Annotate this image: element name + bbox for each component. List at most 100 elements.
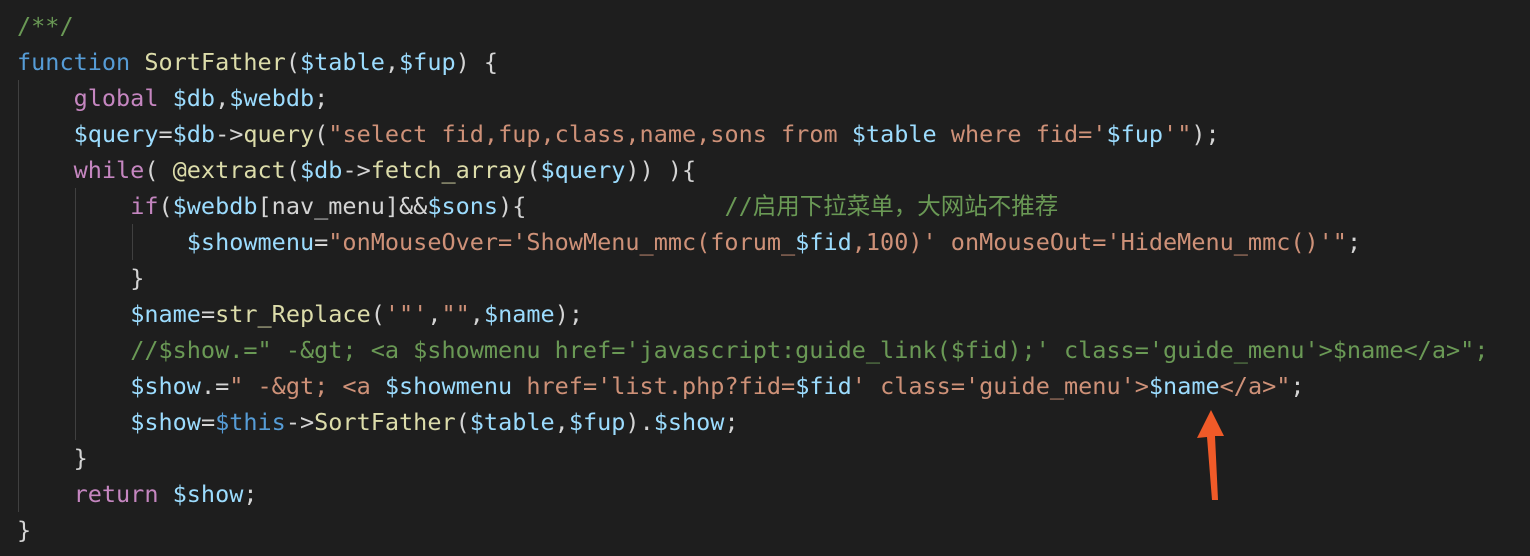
code-line[interactable]: $name=str_Replace('"',"",$name); (17, 296, 1488, 332)
code-token: $db (172, 120, 216, 148)
code-token: $fid (795, 372, 852, 400)
code-token: ; (1346, 228, 1362, 256)
code-token: str_Replace (215, 300, 371, 328)
code-token: $name (130, 300, 201, 328)
code-token: $showmenu (186, 228, 315, 256)
code-token: $query (540, 156, 626, 184)
code-token: $fup (1106, 120, 1164, 148)
code-token: = (200, 300, 216, 328)
code-token: query (243, 120, 315, 148)
code-token: $fup (399, 48, 456, 76)
code-token: $fid (795, 228, 852, 256)
code-token: global (73, 84, 159, 112)
code-token: , (554, 408, 569, 436)
code-token: SortFather (314, 408, 456, 436)
code-token: , (384, 48, 400, 76)
code-token: SortFather (144, 48, 286, 76)
code-token: $webdb (172, 192, 258, 220)
code-line[interactable]: $showmenu="onMouseOver='ShowMenu_mmc(for… (17, 224, 1488, 260)
code-token: ' class='guide_menu'> (851, 372, 1149, 400)
code-token: ( (370, 300, 385, 328)
code-line[interactable]: function SortFather($table,$fup) { (17, 44, 1488, 80)
code-token: = (200, 408, 216, 436)
code-line[interactable]: } (17, 260, 1488, 296)
code-line[interactable]: $show=$this->SortFather($table,$fup).$sh… (17, 404, 1488, 440)
code-token: $table (299, 48, 385, 76)
code-token: '" (1163, 120, 1192, 148)
code-token: ( (144, 156, 173, 184)
code-token: if (130, 192, 159, 220)
code-token: = (158, 120, 173, 148)
code-token: } (17, 516, 32, 544)
code-token: ); (1191, 120, 1220, 148)
code-token: $show (130, 408, 201, 436)
code-token: return (73, 480, 159, 508)
code-line[interactable]: /**/ (17, 8, 1488, 44)
code-token: [nav_menu]&& (257, 192, 428, 220)
code-token: , (427, 300, 442, 328)
code-token: $fup (568, 408, 626, 436)
code-token: ( (285, 48, 300, 76)
code-token: ). (625, 408, 654, 436)
code-token: ; (243, 480, 258, 508)
code-line[interactable]: if($webdb[nav_menu]&&$sons){ //启用下拉菜单，大网… (17, 188, 1488, 224)
code-token: ( (455, 408, 470, 436)
code-token: /**/ (17, 12, 74, 40)
code-editor[interactable]: /**/ function SortFather($table,$fup) { g… (0, 0, 1530, 556)
code-line[interactable]: return $show; (17, 476, 1488, 512)
code-token: " -&gt; <a (229, 372, 385, 400)
code-token: } (130, 264, 145, 292)
code-line[interactable]: } (17, 440, 1488, 476)
code-token: , (215, 84, 230, 112)
code-token: $db (172, 84, 216, 112)
code-line[interactable]: global $db,$webdb; (17, 80, 1488, 116)
code-line[interactable]: while( @extract($db->fetch_array($query)… (17, 152, 1488, 188)
code-token: ( (285, 156, 300, 184)
code-line[interactable]: //$show.=" -&gt; <a $showmenu href='java… (17, 332, 1488, 368)
code-token: , (469, 300, 484, 328)
code-line[interactable]: $query=$db->query("select fid,fup,class,… (17, 116, 1488, 152)
code-token: .= (200, 372, 230, 400)
code-token: $query (73, 120, 159, 148)
code-token: ( (158, 192, 173, 220)
code-token: $this (215, 408, 286, 436)
code-token: ; (724, 408, 739, 436)
code-token: $show (172, 480, 244, 508)
code-token: $show (130, 372, 201, 400)
code-token: ( (314, 120, 329, 148)
code-token: function (17, 48, 131, 76)
code-token: -> (215, 120, 244, 148)
code-token: '"' (384, 300, 428, 328)
code-token: $sons (427, 192, 499, 220)
code-token: $table (469, 408, 555, 436)
code-lines[interactable]: /**/ function SortFather($table,$fup) { g… (17, 8, 1488, 548)
code-token: $webdb (229, 84, 315, 112)
code-token: -> (285, 408, 315, 436)
code-token: -> (342, 156, 371, 184)
code-token: = (314, 228, 329, 256)
up-arrow-icon (1197, 410, 1224, 500)
code-token: } (73, 444, 88, 472)
code-token: @extract (172, 156, 286, 184)
code-token: ( (526, 156, 541, 184)
code-line[interactable]: } (17, 512, 1488, 548)
code-token: </a>" (1219, 372, 1291, 400)
code-token: "onMouseOver='ShowMenu_mmc(forum_ (328, 228, 796, 256)
code-token: ; (314, 84, 329, 112)
code-token: ); (554, 300, 583, 328)
code-token: $name (483, 300, 555, 328)
code-token: $showmenu (384, 372, 513, 400)
code-token: //启用下拉菜单，大网站不推荐 (724, 192, 1059, 220)
code-line[interactable]: $show.=" -&gt; <a $showmenu href='list.p… (17, 368, 1488, 404)
